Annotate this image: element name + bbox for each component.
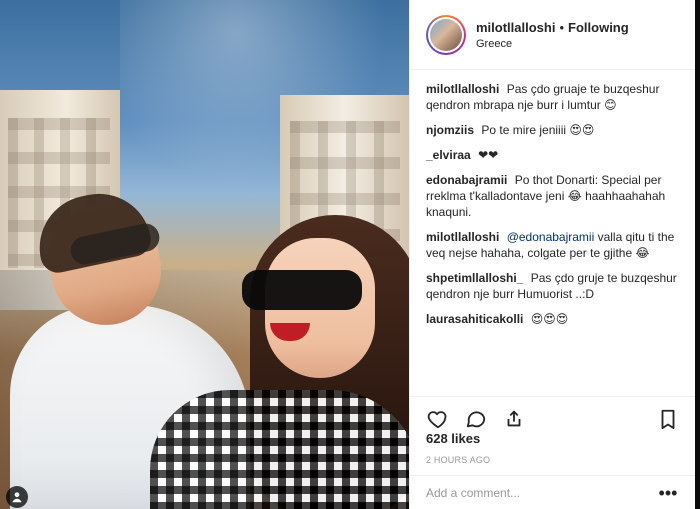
list-item: shpetimllalloshi_ Pas çdo gruje te buzqe… — [426, 270, 680, 302]
comment-username[interactable]: edonabajramii — [426, 173, 507, 187]
avatar[interactable] — [426, 14, 466, 55]
list-item: milotllalloshi @edonabajramii valla qitu… — [426, 229, 680, 261]
add-comment-bar: ••• — [410, 475, 696, 509]
comment-emoji: 😊 — [604, 98, 617, 112]
comment-input[interactable] — [426, 485, 636, 500]
follow-status-button[interactable]: Following — [568, 20, 629, 36]
comment-emoji: ❤❤ — [478, 148, 499, 162]
user-tag-icon[interactable] — [6, 486, 28, 508]
post-header-text: milotllalloshi • Following Greece — [476, 20, 629, 50]
comment-mention-link[interactable]: @edonabajramii — [507, 230, 595, 244]
share-icon — [503, 408, 525, 435]
post-side-panel: milotllalloshi • Following Greece milotl… — [409, 0, 696, 509]
comment-username[interactable]: shpetimllalloshi_ — [426, 271, 523, 285]
comment-button[interactable] — [464, 410, 488, 434]
bookmark-icon — [657, 408, 679, 435]
comment-text: Po te mire jeniiii — [481, 123, 570, 137]
comment-emoji: 😂 — [567, 189, 582, 203]
likes-count[interactable]: 628 likes — [426, 431, 480, 446]
comments-list[interactable]: milotllalloshi Pas çdo gruaje te buzqesh… — [410, 71, 696, 396]
post-photo[interactable] — [0, 0, 409, 509]
list-item: njomziis Po te mire jeniiii 😍😍 — [426, 122, 680, 138]
right-edge-bar — [695, 0, 700, 509]
more-options-button[interactable]: ••• — [656, 481, 680, 505]
share-button[interactable] — [502, 410, 526, 434]
comment-emoji: 😍😍 — [569, 123, 595, 137]
avatar-image — [430, 18, 462, 51]
post-header: milotllalloshi • Following Greece — [410, 0, 695, 70]
list-item: edonabajramii Po thot Donarti: Special p… — [426, 172, 680, 220]
post-header-topline: milotllalloshi • Following — [476, 20, 629, 36]
comment-username[interactable]: milotllalloshi — [426, 230, 499, 244]
save-button[interactable] — [656, 408, 680, 435]
post-username-link[interactable]: milotllalloshi — [476, 20, 555, 36]
avatar-inner-ring — [428, 16, 464, 53]
comment-username[interactable]: laurasahiticakolli — [426, 312, 523, 326]
comment-emoji: 😍😍😍 — [530, 312, 569, 326]
comment-username[interactable]: _elviraa — [426, 148, 471, 162]
like-button[interactable] — [426, 410, 450, 434]
comment-emoji: 😂 — [635, 246, 650, 260]
post-actions-left — [426, 410, 526, 434]
post-actions-right — [656, 408, 680, 435]
post-timestamp: 2 HOURS AGO — [426, 455, 491, 465]
header-separator: • — [559, 19, 565, 35]
list-item: _elviraa ❤❤ — [426, 147, 680, 163]
photo-woman-dress — [150, 390, 409, 509]
comment-username[interactable]: milotllalloshi — [426, 82, 499, 96]
photo-woman-sunglasses — [242, 270, 362, 310]
list-item: laurasahiticakolli 😍😍😍 — [426, 311, 680, 327]
instagram-post-modal: milotllalloshi • Following Greece milotl… — [0, 0, 700, 509]
comment-username[interactable]: njomziis — [426, 123, 474, 137]
list-item: milotllalloshi Pas çdo gruaje te buzqesh… — [426, 81, 680, 113]
post-location-link[interactable]: Greece — [476, 38, 629, 50]
